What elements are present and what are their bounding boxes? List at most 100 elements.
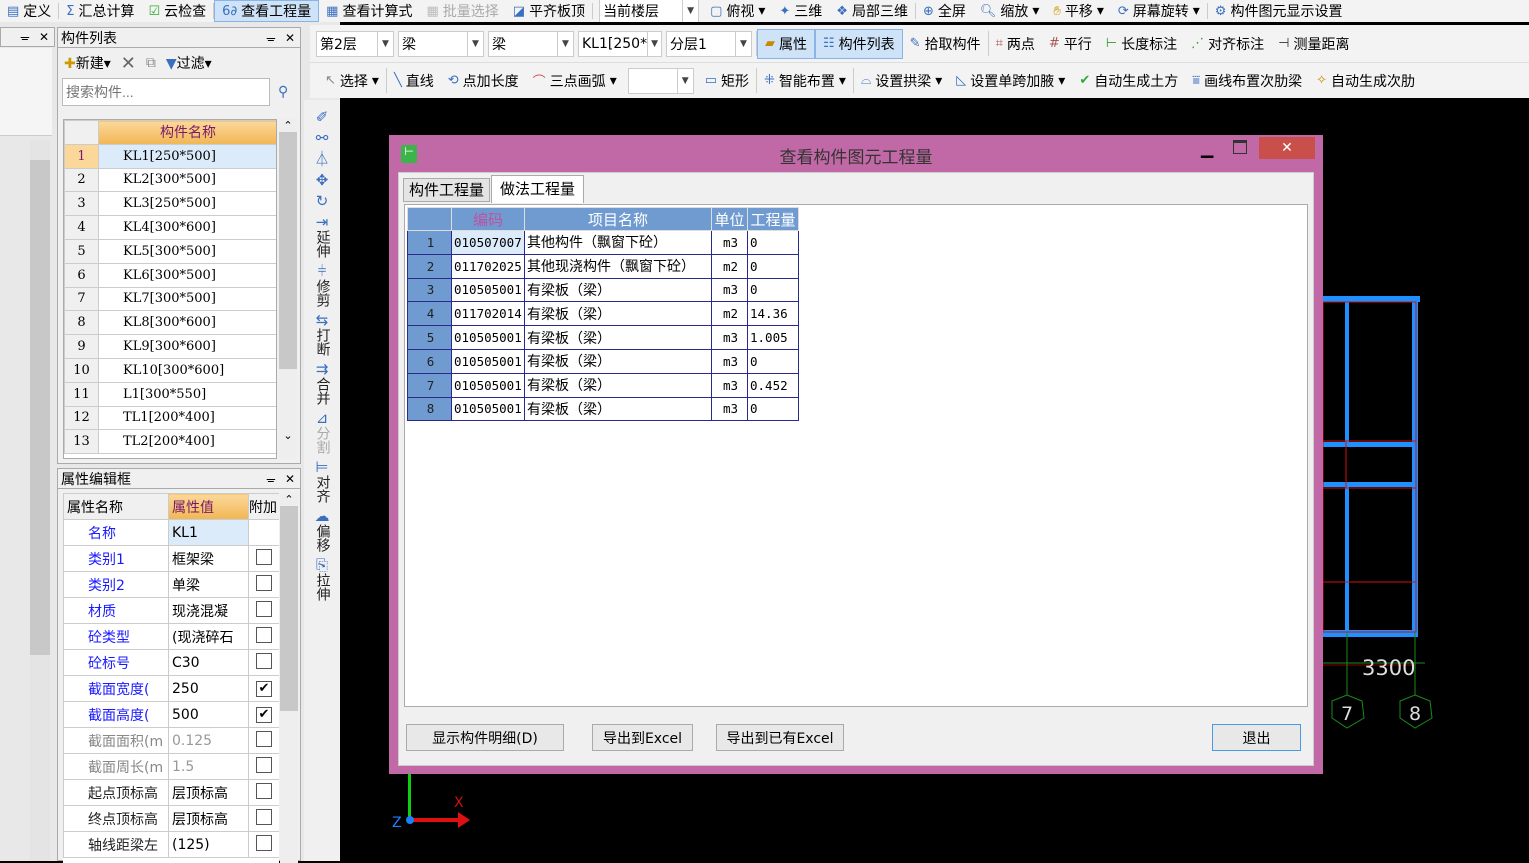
quantity-row[interactable]: 7 010505001 有梁板（梁） m3 0.452	[407, 372, 799, 398]
item-name-cell[interactable]: 有梁板（梁）	[524, 396, 712, 422]
item-name-cell[interactable]: 有梁板（梁）	[524, 372, 712, 398]
beam-frame[interactable]	[1320, 296, 1420, 666]
tab-component-quantity[interactable]: 构件工程量	[403, 178, 491, 202]
auto-secondary-rib-button[interactable]: ✧ 自动生成次肋	[1309, 63, 1422, 98]
type2-select[interactable]: 梁 ▼	[488, 30, 574, 57]
item-name-cell[interactable]: 有梁板（梁）	[524, 325, 712, 350]
quantity-cell[interactable]: 0.452	[747, 372, 799, 398]
trim-button[interactable]: ⫩ 修剪	[307, 264, 337, 308]
move-icon[interactable]: ✥	[316, 173, 329, 188]
quantity-cell[interactable]: 0	[747, 396, 799, 422]
checkbox[interactable]	[256, 730, 272, 747]
export-excel-button[interactable]: 导出到Excel	[592, 724, 693, 751]
mirror-icon[interactable]: ⏃	[314, 152, 329, 167]
checkbox[interactable]	[256, 574, 272, 591]
component-row[interactable]: 3 KL3[250*500]	[64, 191, 276, 217]
search-icon[interactable]: ⚲	[278, 84, 288, 100]
quantity-cell[interactable]: 1.005	[747, 325, 799, 350]
quantity-cell[interactable]: 0	[747, 253, 799, 279]
property-value[interactable]: KL1	[168, 519, 249, 546]
align-dimension-button[interactable]: ⋰ 对齐标注	[1184, 25, 1271, 62]
extend-button[interactable]: ⇥ 延伸	[307, 215, 337, 259]
property-row[interactable]: 起点顶标高 层顶标高	[63, 779, 279, 806]
filter-button[interactable]: ▼过滤▾	[166, 53, 212, 73]
offset-button[interactable]: ☁ 偏移	[307, 509, 337, 553]
rectangle-button[interactable]: ▭ 矩形	[698, 63, 756, 98]
pick-component-button[interactable]: ✎ 拾取构件	[903, 25, 988, 62]
pin-icon[interactable]: ᚚ	[267, 472, 275, 486]
property-row[interactable]: 终点顶标高 层顶标高	[63, 805, 279, 832]
export-existing-excel-button[interactable]: 导出到已有Excel	[716, 724, 844, 751]
summary-calc-button[interactable]: Σ 汇总计算	[59, 0, 141, 22]
unit-cell[interactable]: m3	[711, 277, 748, 303]
batch-select-button[interactable]: ▦ 批量选择	[419, 0, 505, 22]
smart-layout-button[interactable]: ⁜ 智能布置 ▾	[757, 63, 853, 98]
checkbox[interactable]	[256, 652, 272, 669]
show-detail-button[interactable]: 显示构件明细(D)	[406, 724, 564, 751]
unit-cell[interactable]: m3	[711, 372, 748, 398]
copy-move-icon[interactable]: ⚯	[316, 131, 329, 146]
quantity-cell[interactable]: 0	[747, 348, 799, 374]
property-row[interactable]: 名称 KL1	[63, 519, 279, 546]
property-value[interactable]: (现浇碎石	[168, 623, 249, 650]
code-cell[interactable]: 010505001	[451, 372, 525, 398]
component-row[interactable]: 1 KL1[250*500]	[64, 143, 276, 169]
code-cell[interactable]: 010505001	[451, 277, 525, 303]
component-row[interactable]: 10 KL10[300*600]	[64, 357, 276, 383]
property-scrollbar[interactable]: ⌃	[280, 493, 298, 863]
property-value[interactable]: C30	[168, 649, 249, 676]
item-name-cell[interactable]: 其他现浇构件（飘窗下砼）	[524, 253, 712, 279]
unit-cell[interactable]: m3	[711, 325, 748, 350]
parallel-button[interactable]: # 平行	[1042, 25, 1099, 62]
unit-cell[interactable]: m3	[711, 348, 748, 374]
pan-button[interactable]: ✋︎ 平移 ▾	[1046, 0, 1110, 22]
item-name-cell[interactable]: 有梁板（梁）	[524, 348, 712, 374]
type1-select[interactable]: 梁 ▼	[398, 30, 484, 57]
property-row[interactable]: 砼类型 (现浇碎石	[63, 623, 279, 650]
checkbox-checked[interactable]: ✔	[256, 707, 272, 723]
partial-3d-button[interactable]: ❖ 局部三维	[829, 0, 915, 22]
component-row[interactable]: 13 TL2[200*400]	[64, 429, 276, 455]
three-point-arc-button[interactable]: ⌒ 三点画弧 ▾	[526, 63, 624, 98]
property-value[interactable]: 层顶标高	[168, 779, 249, 806]
measure-distance-button[interactable]: ⊣ 测量距离	[1271, 25, 1356, 62]
select-button[interactable]: ↖ 选择 ▾	[318, 63, 386, 98]
code-cell[interactable]: 010505001	[451, 325, 525, 350]
property-value[interactable]: (125)	[168, 831, 249, 858]
close-button[interactable]: ✕	[1259, 137, 1315, 159]
property-row[interactable]: 砼标号 C30	[63, 649, 279, 676]
set-haunch-button[interactable]: ◺ 设置单跨加腋 ▾	[949, 63, 1072, 98]
component-row[interactable]: 8 KL8[300*600]	[64, 310, 276, 336]
pin-icon[interactable]: ᚚ	[21, 30, 29, 44]
property-row[interactable]: 材质 现浇混凝	[63, 597, 279, 624]
property-value[interactable]: 1.5	[168, 753, 249, 780]
property-row[interactable]: 截面面积(m 0.125	[63, 727, 279, 754]
search-input[interactable]	[62, 78, 270, 106]
checkbox-checked[interactable]: ✔	[256, 681, 272, 697]
quantity-row[interactable]: 2 011702025 其他现浇构件（飘窗下砼） m2 0	[407, 253, 799, 279]
split-button[interactable]: ⊿ 分割	[307, 411, 337, 455]
properties-toggle[interactable]: ▰ 属性	[757, 28, 815, 59]
checkbox[interactable]	[256, 834, 272, 851]
property-row[interactable]: 截面高度(500 ✔	[63, 701, 279, 728]
rotate-screen-button[interactable]: ⟳ 屏幕旋转 ▾	[1111, 0, 1207, 22]
property-value[interactable]: 500	[168, 701, 249, 728]
draw-secondary-rib-button[interactable]: ⩸ 画线布置次肋梁	[1185, 63, 1309, 98]
new-button[interactable]: ✚新建▾	[64, 53, 111, 73]
layer-select[interactable]: 分层1 ▼	[666, 30, 752, 57]
set-arch-beam-button[interactable]: ⌓ 设置拱梁 ▾	[854, 63, 949, 98]
length-dimension-button[interactable]: ⊢ 长度标注	[1099, 25, 1184, 62]
property-value[interactable]: 框架梁	[168, 545, 249, 572]
checkbox[interactable]	[256, 756, 272, 773]
define-button[interactable]: ▤ 定义	[0, 0, 58, 22]
checkbox[interactable]	[256, 548, 272, 565]
zoom-button[interactable]: 🔍︎ 缩放 ▾	[973, 0, 1047, 22]
stretch-button[interactable]: ⎘ 拉伸	[307, 558, 337, 602]
nav-scrollbar[interactable]	[30, 140, 50, 861]
quantity-cell[interactable]: 14.36	[747, 301, 799, 327]
top-view-button[interactable]: ▢ 俯视 ▾	[703, 0, 772, 22]
maximize-button[interactable]	[1233, 140, 1247, 154]
quantity-row[interactable]: 6 010505001 有梁板（梁） m3 0	[407, 348, 799, 374]
property-row[interactable]: 类别2 单梁	[63, 571, 279, 598]
line-button[interactable]: ╲ 直线	[387, 63, 441, 98]
